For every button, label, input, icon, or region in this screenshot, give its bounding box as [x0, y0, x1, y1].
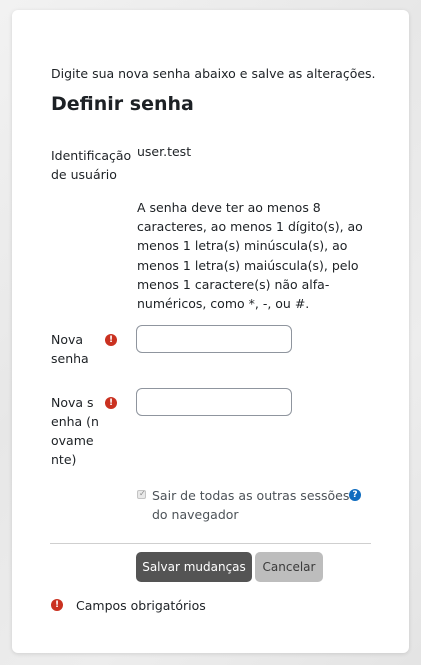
- save-changes-button[interactable]: Salvar mudanças: [136, 552, 252, 582]
- logout-other-sessions-checkbox[interactable]: ✓: [137, 489, 146, 499]
- page-title: Definir senha: [51, 93, 194, 115]
- required-icon: !: [51, 599, 63, 611]
- cancel-button[interactable]: Cancelar: [255, 552, 323, 582]
- set-password-card: Digite sua nova senha abaixo e salve as …: [12, 10, 409, 653]
- divider: [50, 543, 371, 544]
- confirm-password-input[interactable]: [136, 388, 292, 416]
- username-label: Identificação de usuário: [51, 148, 132, 182]
- required-icon: !: [105, 397, 117, 409]
- new-password-input[interactable]: [136, 325, 292, 353]
- logout-other-sessions-label[interactable]: Sair de todas as outras sessões do naveg…: [152, 486, 352, 524]
- required-icon: !: [105, 334, 117, 346]
- confirm-password-label: Nova senha (novamente): [51, 395, 99, 467]
- new-password-label: Nova senha: [51, 332, 89, 366]
- password-policy-text: A senha deve ter ao menos 8 caracteres, …: [137, 200, 363, 312]
- help-icon[interactable]: ?: [349, 489, 361, 501]
- intro-text: Digite sua nova senha abaixo e salve as …: [51, 66, 376, 81]
- checkmark-icon: ✓: [139, 489, 146, 498]
- required-fields-text: Campos obrigatórios: [76, 598, 206, 613]
- username-value: user.test: [137, 144, 192, 159]
